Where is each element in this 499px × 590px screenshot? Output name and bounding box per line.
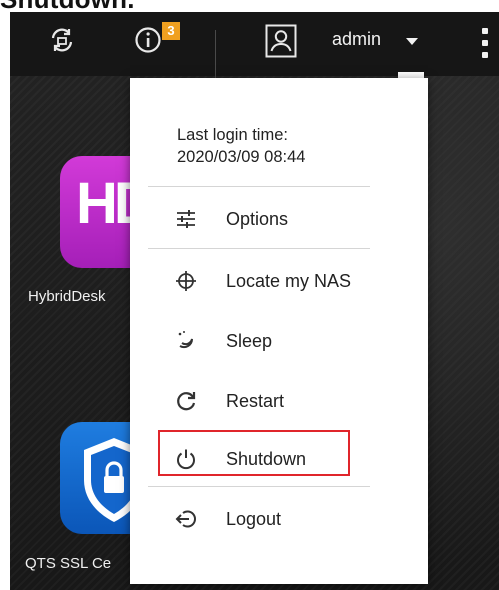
top-bar bbox=[10, 12, 499, 76]
notification-badge: 3 bbox=[162, 22, 180, 40]
chevron-down-icon[interactable] bbox=[406, 38, 418, 45]
menu-item-label: Locate my NAS bbox=[226, 271, 352, 291]
info-icon[interactable] bbox=[134, 26, 162, 54]
menu-item-label: Sleep bbox=[226, 331, 273, 351]
menu-item-label: Restart bbox=[226, 391, 285, 411]
more-vertical-icon[interactable] bbox=[482, 28, 488, 58]
username-label[interactable]: admin bbox=[332, 29, 381, 50]
moon-icon bbox=[174, 329, 198, 353]
menu-item-options[interactable]: Options bbox=[130, 194, 428, 248]
menu-item-label: Logout bbox=[226, 509, 282, 529]
sync-icon[interactable] bbox=[48, 26, 76, 54]
restart-icon bbox=[174, 389, 198, 413]
menu-separator bbox=[148, 186, 370, 187]
user-dropdown-menu: Last login time: 2020/03/09 08:44 Option… bbox=[130, 78, 428, 584]
menu-item-sleep[interactable]: Sleep bbox=[130, 316, 428, 370]
menu-item-label: Options bbox=[226, 209, 289, 229]
last-login-title: Last login time: bbox=[177, 126, 288, 144]
hybriddesk-app-label[interactable]: HybridDesk bbox=[28, 288, 106, 305]
menu-item-logout[interactable]: Logout bbox=[130, 494, 428, 548]
page: Shutdown. 3 bbox=[0, 0, 499, 590]
sliders-icon bbox=[174, 207, 198, 231]
menu-item-restart[interactable]: Restart bbox=[130, 376, 428, 430]
logout-icon bbox=[174, 507, 198, 531]
user-icon[interactable] bbox=[265, 24, 297, 58]
menu-separator bbox=[148, 248, 370, 249]
ssl-certificate-app-label[interactable]: QTS SSL Ce bbox=[25, 555, 111, 572]
menu-item-locate-nas[interactable]: Locate my NAS bbox=[130, 256, 428, 310]
crosshair-icon bbox=[174, 269, 198, 293]
menu-separator bbox=[148, 486, 370, 487]
last-login-time: 2020/03/09 08:44 bbox=[177, 148, 306, 166]
shutdown-highlight-box bbox=[158, 430, 350, 476]
